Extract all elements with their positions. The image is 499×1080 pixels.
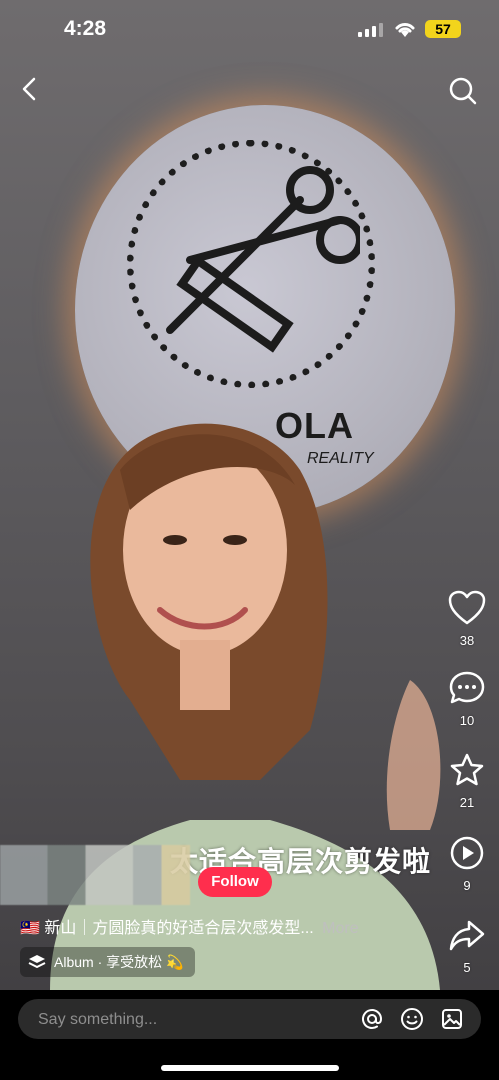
like-count: 38 [459, 633, 475, 648]
play-icon [450, 836, 484, 870]
like-action[interactable]: 38 [442, 590, 492, 648]
wifi-icon [395, 23, 415, 37]
comment-input-container[interactable] [18, 999, 481, 1041]
favorite-action[interactable]: 21 [442, 752, 492, 810]
follow-button[interactable]: Follow [198, 867, 272, 897]
description-text: 新山｜方圆脸真的好适合层次感发型... [44, 920, 314, 937]
share-count: 5 [463, 960, 471, 975]
status-time: 4:28 [64, 17, 107, 40]
share-action[interactable]: 5 [442, 917, 492, 975]
scissors-comb-icon [166, 166, 360, 353]
comment-count: 10 [459, 713, 475, 728]
status-bar: 4:28 57 [0, 0, 499, 60]
share-arrow-icon [449, 920, 485, 951]
flag-icon: 🇲🇾 [20, 920, 40, 937]
album-chip[interactable]: Album · 享受放松 💫 [20, 947, 196, 977]
layers-icon [28, 955, 46, 968]
more-link[interactable]: More [322, 920, 358, 937]
emoji-icon[interactable] [400, 1007, 424, 1031]
comment-action[interactable]: 10 [442, 670, 492, 728]
image-icon[interactable] [440, 1007, 464, 1031]
video-description[interactable]: 🇲🇾 新山｜方圆脸真的好适合层次感发型... More [20, 914, 359, 938]
bottom-bar [0, 990, 499, 1080]
screen: OLA REALITY 4:28 57 太适合高层次剪发啦 38 10 21 9… [0, 0, 499, 1080]
comment-bubble-icon [449, 671, 485, 704]
back-chevron-icon[interactable] [18, 76, 42, 102]
play-count-action[interactable]: 9 [442, 835, 492, 893]
heart-icon [448, 590, 486, 625]
search-icon[interactable] [448, 76, 478, 106]
author-avatar-blurred[interactable] [0, 845, 190, 905]
battery-indicator: 57 [425, 20, 461, 38]
play-count: 9 [463, 878, 471, 893]
cellular-signal-icon [358, 23, 383, 37]
at-mention-icon[interactable] [360, 1007, 384, 1031]
comment-input[interactable] [36, 999, 340, 1041]
star-icon [450, 753, 484, 786]
album-label: Album · 享受放松 💫 [54, 954, 184, 970]
home-indicator[interactable] [161, 1065, 339, 1071]
favorite-count: 21 [459, 795, 475, 810]
